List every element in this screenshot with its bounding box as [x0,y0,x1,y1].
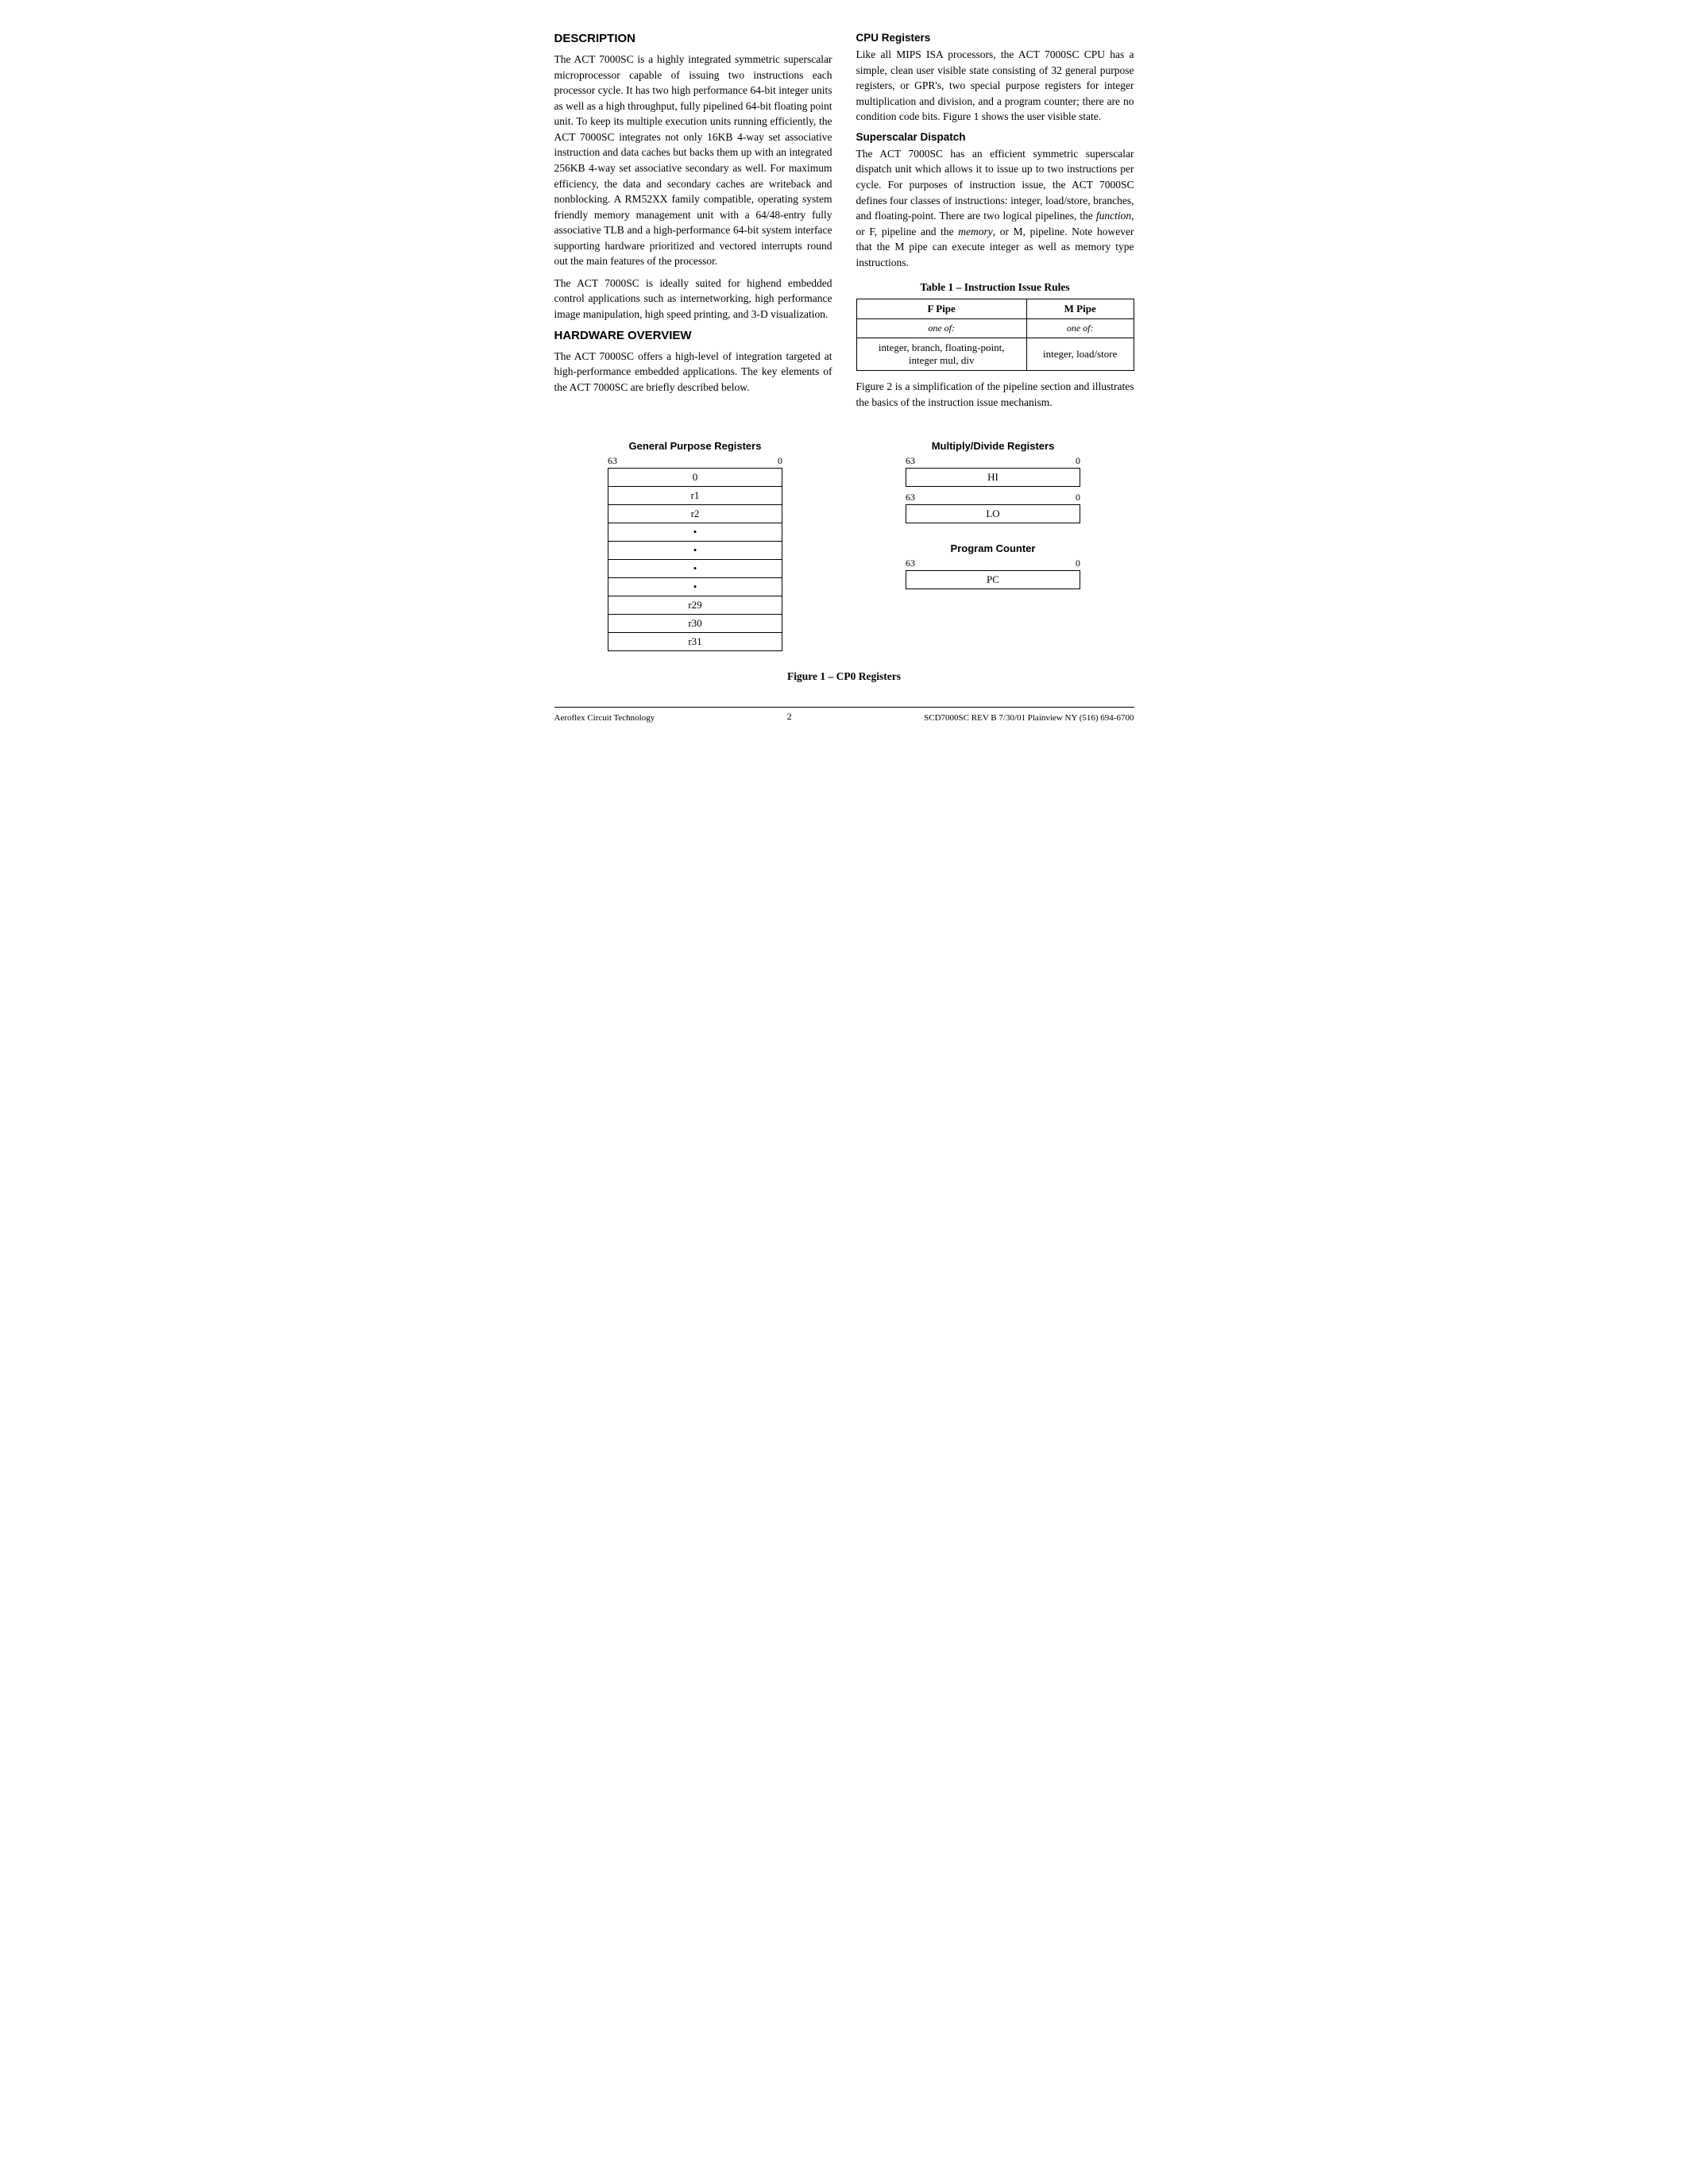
gpr-row-r1: r1 [608,487,782,505]
gpr-row-0: 0 [608,469,782,487]
lo-table: LO [906,504,1080,523]
gpr-row-dot4: • [608,578,782,596]
table-header-mpipe: M Pipe [1026,299,1134,319]
hi-bit-low: 0 [1076,455,1080,467]
footer: Aeroflex Circuit Technology 2 SCD7000SC … [554,707,1134,723]
superscalar-dispatch-title: Superscalar Dispatch [856,131,1134,143]
pc-label: PC [906,571,1080,589]
cpu-registers-para: Like all MIPS ISA processors, the ACT 70… [856,47,1134,125]
gpr-bit-high: 63 [608,455,617,467]
footer-company: Aeroflex Circuit Technology [554,713,655,723]
lo-label: LO [906,505,1080,523]
footer-page-number: 2 [787,711,792,723]
gpr-row-r2: r2 [608,505,782,523]
instruction-issue-table: F Pipe M Pipe one of: one of: integer, b… [856,299,1134,371]
hi-bit-high: 63 [906,455,915,467]
footer-left: Aeroflex Circuit Technology [554,713,655,723]
pc-bit-low: 0 [1076,558,1080,569]
left-column: DESCRIPTION The ACT 7000SC is a highly i… [554,32,832,416]
hardware-overview-title: HARDWARE OVERVIEW [554,329,832,342]
description-para-2: The ACT 7000SC is ideally suited for hig… [554,276,832,322]
table-header-fpipe: F Pipe [856,299,1026,319]
table-title: Table 1 – Instruction Issue Rules [856,281,1134,294]
gpr-row-r31: r31 [608,633,782,651]
gpr-row-r29: r29 [608,596,782,615]
gpr-row-dot2: • [608,542,782,560]
gpr-bit-low: 0 [778,455,782,467]
footer-right: SCD7000SC REV B 7/30/01 Plainview NY (51… [924,713,1134,723]
figure-caption: Figure 1 – CP0 Registers [554,670,1134,683]
lo-bit-labels: 63 0 [906,492,1080,504]
table-cell-mpipe: integer, load/store [1026,338,1134,371]
gpr-row-r30: r30 [608,615,782,633]
table-cell-fpipe: integer, branch, floating-point,integer … [856,338,1026,371]
pc-bit-high: 63 [906,558,915,569]
gpr-row-dot1: • [608,523,782,542]
right-diagrams: Multiply/Divide Registers 63 0 HI 63 0 L… [852,440,1134,594]
description-title: DESCRIPTION [554,32,832,45]
superscalar-dispatch-para-2: Figure 2 is a simplification of the pipe… [856,379,1134,410]
pc-table: PC [906,570,1080,589]
superscalar-dispatch-para-1: The ACT 7000SC has an efficient symmetri… [856,146,1134,271]
main-content: DESCRIPTION The ACT 7000SC is a highly i… [554,32,1134,416]
hi-label: HI [906,469,1080,487]
gpr-bit-labels: 63 0 [608,455,782,467]
lo-bit-high: 63 [906,492,915,504]
gpr-diagram: General Purpose Registers 63 0 0 r1 r2 •… [554,440,836,651]
gpr-table: 0 r1 r2 • • • • r29 r30 r31 [608,468,782,651]
hi-table: HI [906,468,1080,487]
cpu-registers-title: CPU Registers [856,32,1134,44]
pc-bit-labels: 63 0 [906,558,1080,569]
page: DESCRIPTION The ACT 7000SC is a highly i… [554,32,1134,723]
gpr-row-dot3: • [608,560,782,578]
lo-bit-low: 0 [1076,492,1080,504]
gpr-title: General Purpose Registers [629,440,762,452]
right-column: CPU Registers Like all MIPS ISA processo… [856,32,1134,416]
md-title: Multiply/Divide Registers [932,440,1055,452]
hardware-overview-para: The ACT 7000SC offers a high-level of in… [554,349,832,396]
table-sub-mpipe: one of: [1026,319,1134,338]
hi-bit-labels: 63 0 [906,455,1080,467]
diagram-section: General Purpose Registers 63 0 0 r1 r2 •… [554,440,1134,651]
description-para-1: The ACT 7000SC is a highly integrated sy… [554,52,832,269]
table-sub-fpipe: one of: [856,319,1026,338]
pc-title: Program Counter [951,542,1036,554]
